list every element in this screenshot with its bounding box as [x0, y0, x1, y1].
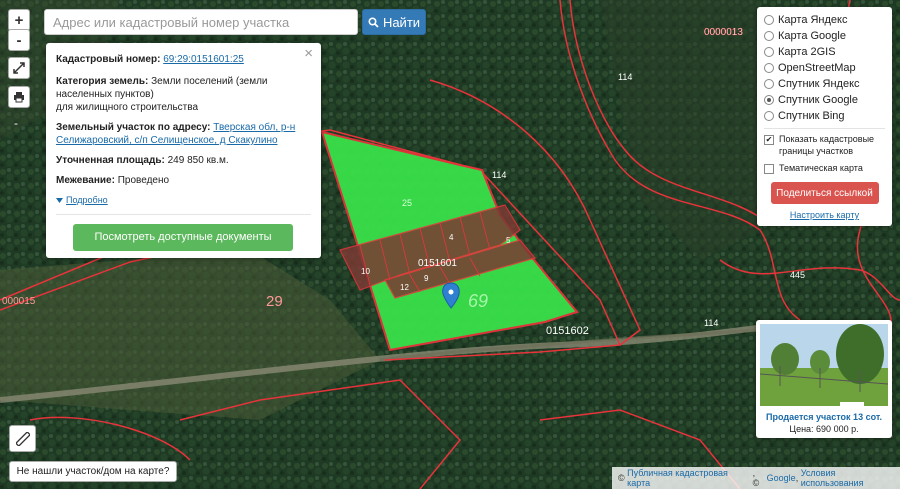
category-value-3: для жилищного строительства [56, 102, 199, 113]
map-label: 0151602 [546, 325, 589, 337]
layer-option[interactable]: Карта Google [764, 28, 885, 44]
map-label: 114 [618, 72, 632, 82]
property-ad[interactable]: Продается участок 13 сот. Цена: 690 000 … [756, 320, 892, 438]
map-label: 114 [704, 318, 718, 328]
show-boundaries-label: Показать кадастровые границы участков [779, 134, 875, 156]
radio-icon [764, 31, 774, 41]
cad-number-link[interactable]: 69:29:0151601:25 [163, 54, 244, 65]
layer-option-label: Спутник Bing [778, 110, 845, 122]
more-details-link[interactable]: Подробно [56, 194, 311, 207]
radio-icon [764, 95, 774, 105]
radio-icon [764, 15, 774, 25]
map-label: 000015 [2, 296, 36, 307]
checkbox-checked-icon: ✔ [764, 135, 774, 145]
divider [764, 128, 885, 129]
category-value-2: населенных пунктов) [56, 89, 154, 100]
layer-option-label: Спутник Google [778, 94, 858, 106]
attribution-link-cadastral[interactable]: Публичная кадастровая карта [627, 468, 752, 488]
show-boundaries-checkbox[interactable]: ✔ Показать кадастровые границы участков [764, 133, 885, 157]
ad-price: Цена: 690 000 р. [789, 424, 859, 434]
thematic-map-label: Тематическая карта [779, 163, 863, 173]
map-label: 9 [424, 274, 429, 283]
layer-option-label: Карта 2GIS [778, 46, 836, 58]
map-label: 29 [266, 293, 283, 310]
layer-list: Карта Яндекс Карта Google Карта 2GIS OpenSt… [764, 12, 885, 124]
map-label: 445 [790, 270, 805, 280]
map-label: 0000013 [704, 27, 743, 38]
attribution-link-google[interactable]: Google [767, 473, 796, 483]
attribution-sep: , © [752, 468, 760, 488]
radio-icon [764, 47, 774, 57]
radio-icon [764, 79, 774, 89]
address-link[interactable]: Тверская обл, р-н [213, 122, 295, 133]
layer-option[interactable]: OpenStreetMap [764, 60, 885, 76]
share-link-button[interactable]: Поделиться ссылкой [770, 182, 879, 204]
layer-option-label: OpenStreetMap [778, 62, 856, 74]
address-link-2[interactable]: Селижаровский, с/п Селищенское, д Скакул… [56, 135, 278, 146]
checkbox-icon [764, 164, 774, 174]
map-label: 0151601 [418, 258, 457, 269]
map-label: 4 [449, 233, 454, 242]
layer-option[interactable]: Карта 2GIS [764, 44, 885, 60]
copyright: © [618, 473, 625, 483]
layer-option-label: Карта Яндекс [778, 14, 848, 26]
layer-option[interactable]: Спутник Яндекс [764, 76, 885, 92]
survey-value: Проведено [117, 175, 170, 186]
search-button-label: Найти [382, 14, 421, 30]
map-label: 69 [468, 291, 488, 311]
more-details-label: Подробно [66, 195, 108, 205]
parcel-info-popup: × Кадастровый номер: 69:29:0151601:25 Ка… [46, 43, 321, 258]
printer-icon [14, 92, 24, 103]
search-button[interactable]: Найти [362, 9, 426, 35]
divider [56, 214, 311, 215]
attribution: © Публичная кадастровая карта, © Google,… [612, 467, 900, 489]
zoom-out-button[interactable]: - [8, 29, 30, 51]
layer-option-label: Карта Google [778, 30, 846, 42]
search-input[interactable] [44, 9, 358, 35]
layer-option[interactable]: Карта Яндекс [764, 12, 885, 28]
layer-option[interactable]: Спутник Bing [764, 108, 885, 124]
view-documents-button[interactable]: Посмотреть доступные документы [73, 224, 293, 251]
cad-label: Кадастровый номер: [56, 54, 161, 65]
ad-title[interactable]: Продается участок 13 сот. [760, 412, 888, 422]
map-label: 5 [506, 236, 511, 245]
scale-toggle[interactable]: - [14, 116, 18, 130]
map-label: 12 [400, 283, 409, 292]
category-value: Земли поселений (земли [151, 76, 268, 87]
close-icon[interactable]: × [304, 46, 313, 61]
map-label: 25 [402, 198, 412, 208]
layer-option-label: Спутник Яндекс [778, 78, 860, 90]
layer-option[interactable]: Спутник Google [764, 92, 885, 108]
area-value: 249 850 кв.м. [167, 155, 229, 166]
map-layers-panel: Карта Яндекс Карта Google Карта 2GIS OpenSt… [757, 7, 892, 226]
survey-label: Межевание: [56, 175, 115, 186]
search-icon [368, 16, 379, 28]
category-label: Категория земель: [56, 76, 149, 87]
radio-icon [764, 63, 774, 73]
measure-button[interactable] [9, 425, 36, 452]
radio-icon [764, 111, 774, 121]
fullscreen-icon [13, 62, 25, 74]
thematic-map-checkbox[interactable]: Тематическая карта [764, 162, 885, 174]
property-photo [759, 324, 889, 406]
area-label: Уточненная площадь: [56, 155, 165, 166]
attribution-link-terms[interactable]: Условия использования [801, 468, 900, 488]
fullscreen-button[interactable] [8, 57, 30, 79]
ruler-icon [15, 431, 30, 446]
address-label: Земельный участок по адресу: [56, 122, 211, 133]
configure-map-link[interactable]: Настроить карту [764, 210, 885, 220]
not-found-button[interactable]: Не нашли участок/дом на карте? [9, 461, 177, 482]
zoom-in-button[interactable]: + [8, 9, 30, 31]
map-label: 10 [361, 267, 370, 276]
map-label: 114 [492, 170, 506, 180]
print-button[interactable] [8, 86, 30, 108]
caret-down-icon [56, 198, 63, 203]
